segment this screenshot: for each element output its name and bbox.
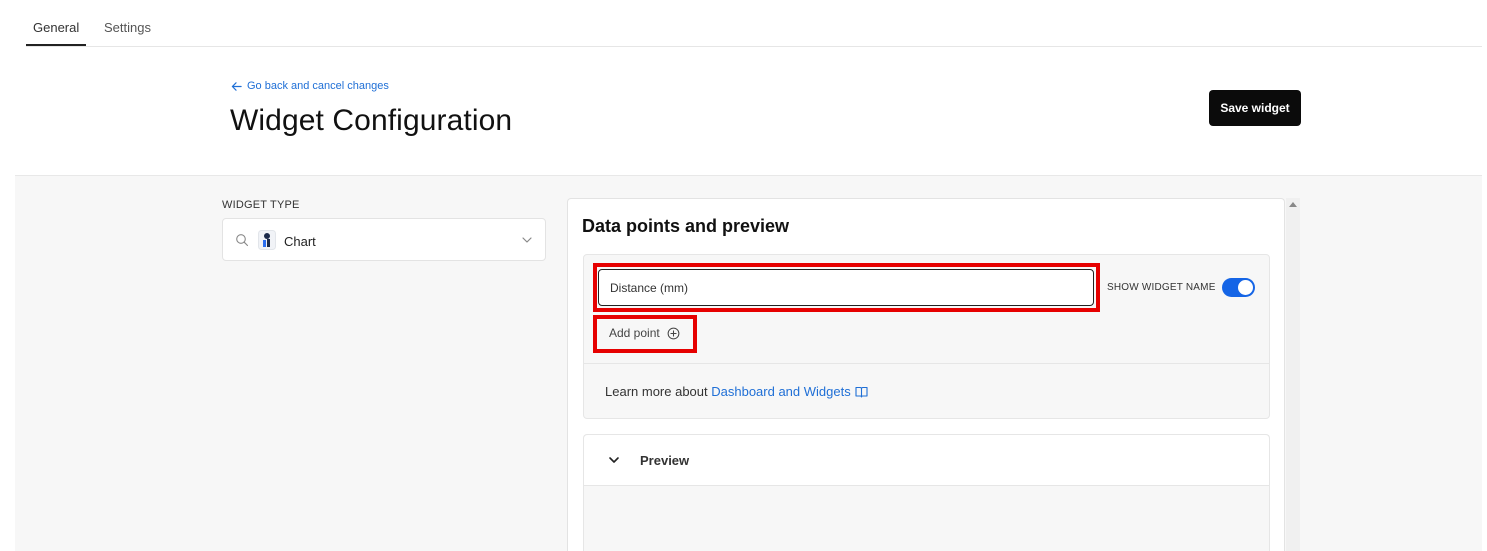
tab-bar: General Settings — [26, 0, 1482, 47]
show-widget-name-label: SHOW WIDGET NAME — [1107, 282, 1216, 293]
search-icon — [236, 234, 249, 247]
add-point-button[interactable]: Add point — [609, 326, 680, 340]
chevron-down-icon — [522, 237, 532, 243]
learn-more-text: Learn more about Dashboard and Widgets — [605, 384, 868, 399]
panel-title: Data points and preview — [582, 216, 790, 236]
tab-general[interactable]: General — [33, 20, 79, 35]
widget-type-value: Chart — [284, 234, 316, 249]
learn-more-prefix: Learn more about — [605, 384, 712, 399]
book-icon — [855, 386, 868, 398]
chevron-down-icon — [609, 457, 619, 463]
plus-circle-icon — [667, 327, 680, 339]
back-link[interactable]: Go back and cancel changes — [231, 80, 389, 92]
toggle-knob — [1238, 280, 1253, 295]
active-tab-indicator — [26, 44, 86, 46]
dashboard-widgets-link[interactable]: Dashboard and Widgets — [711, 384, 850, 399]
save-widget-button[interactable]: Save widget — [1209, 90, 1301, 126]
data-point-input[interactable] — [598, 269, 1094, 306]
back-link-label: Go back and cancel changes — [247, 80, 389, 92]
arrow-left-icon — [231, 81, 242, 91]
add-point-label: Add point — [609, 326, 660, 340]
widget-type-select[interactable]: Chart — [222, 218, 546, 261]
divider — [583, 363, 1270, 364]
page-title: Widget Configuration — [230, 104, 513, 137]
tab-settings[interactable]: Settings — [104, 20, 151, 35]
chart-type-icon — [258, 230, 276, 250]
panel-scrollbar[interactable] — [1286, 198, 1300, 551]
widget-type-label: WIDGET TYPE — [222, 199, 300, 211]
preview-header[interactable]: Preview — [584, 435, 1269, 486]
show-widget-name-toggle[interactable] — [1222, 278, 1255, 297]
scroll-up-arrow-icon[interactable] — [1289, 202, 1297, 207]
preview-label: Preview — [640, 453, 690, 468]
